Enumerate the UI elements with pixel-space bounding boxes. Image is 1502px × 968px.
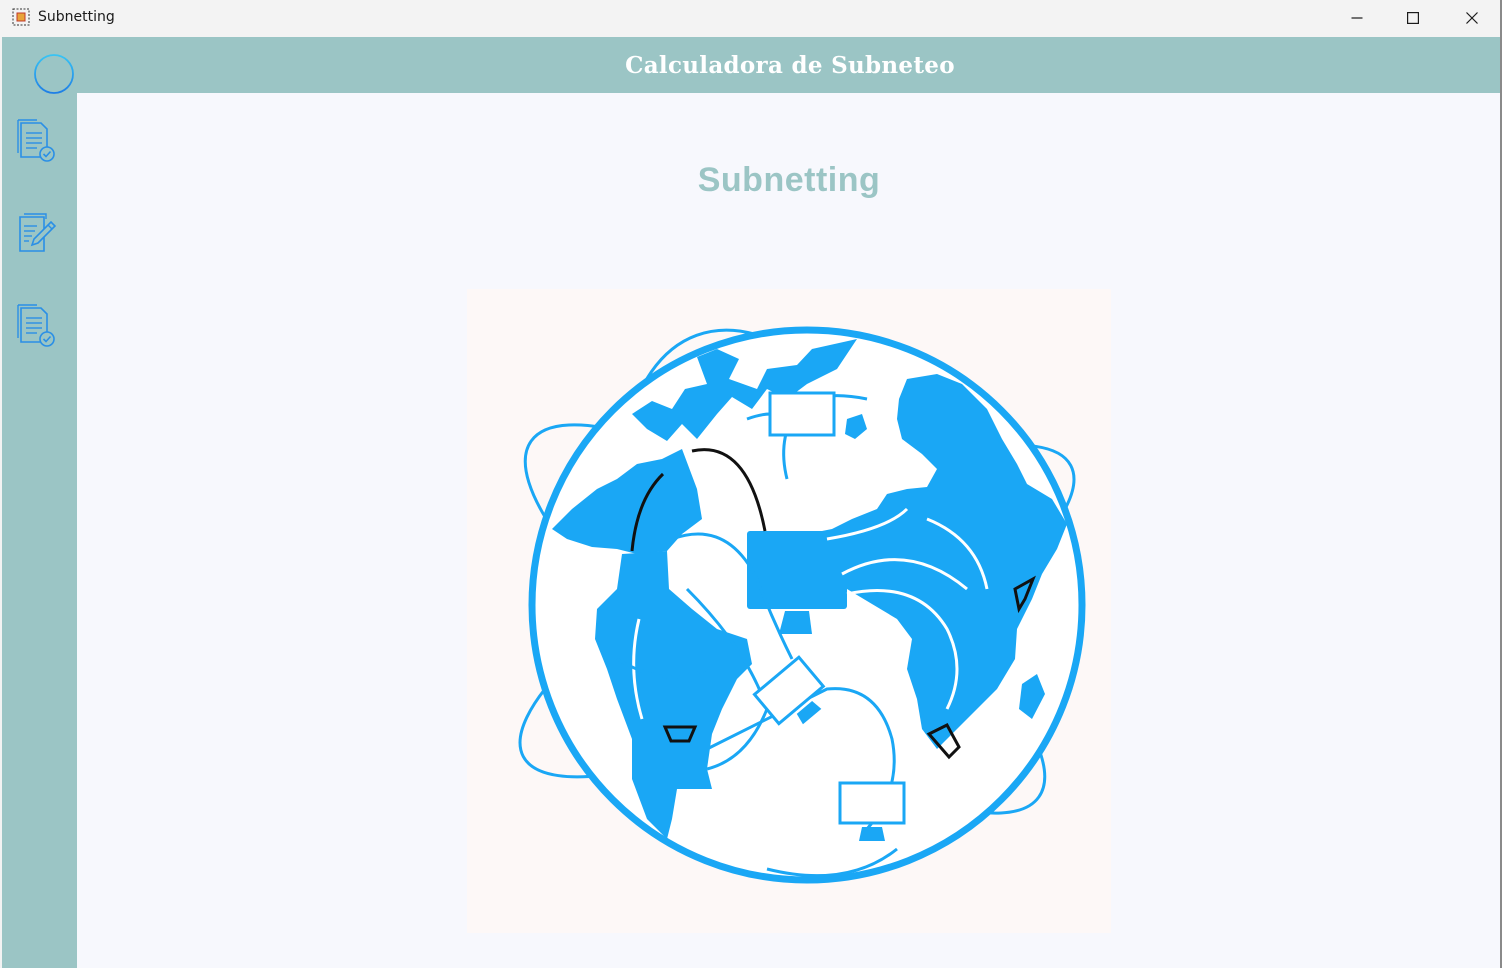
minimize-button[interactable] [1328, 0, 1386, 36]
close-button[interactable] [1443, 0, 1501, 36]
maximize-icon [1407, 12, 1419, 24]
document-check-icon[interactable] [15, 302, 57, 348]
globe-network-icon [467, 289, 1111, 933]
header-title: Calculadora de Subneteo [625, 51, 955, 79]
page-title: Subnetting [697, 161, 881, 199]
minimize-icon [1351, 17, 1363, 19]
close-icon [1466, 12, 1478, 24]
window-titlebar: Subnetting [0, 0, 1502, 37]
document-edit-icon[interactable] [15, 209, 57, 255]
main-content: Subnetting [77, 93, 1501, 968]
app-icon [12, 8, 30, 26]
app-header: Calculadora de Subneteo [77, 37, 1501, 93]
sidebar [2, 37, 77, 968]
document-check-icon[interactable] [15, 117, 57, 163]
maximize-button[interactable] [1384, 0, 1442, 36]
window-title: Subnetting [38, 9, 115, 25]
hamburger-menu-icon[interactable] [33, 53, 75, 95]
